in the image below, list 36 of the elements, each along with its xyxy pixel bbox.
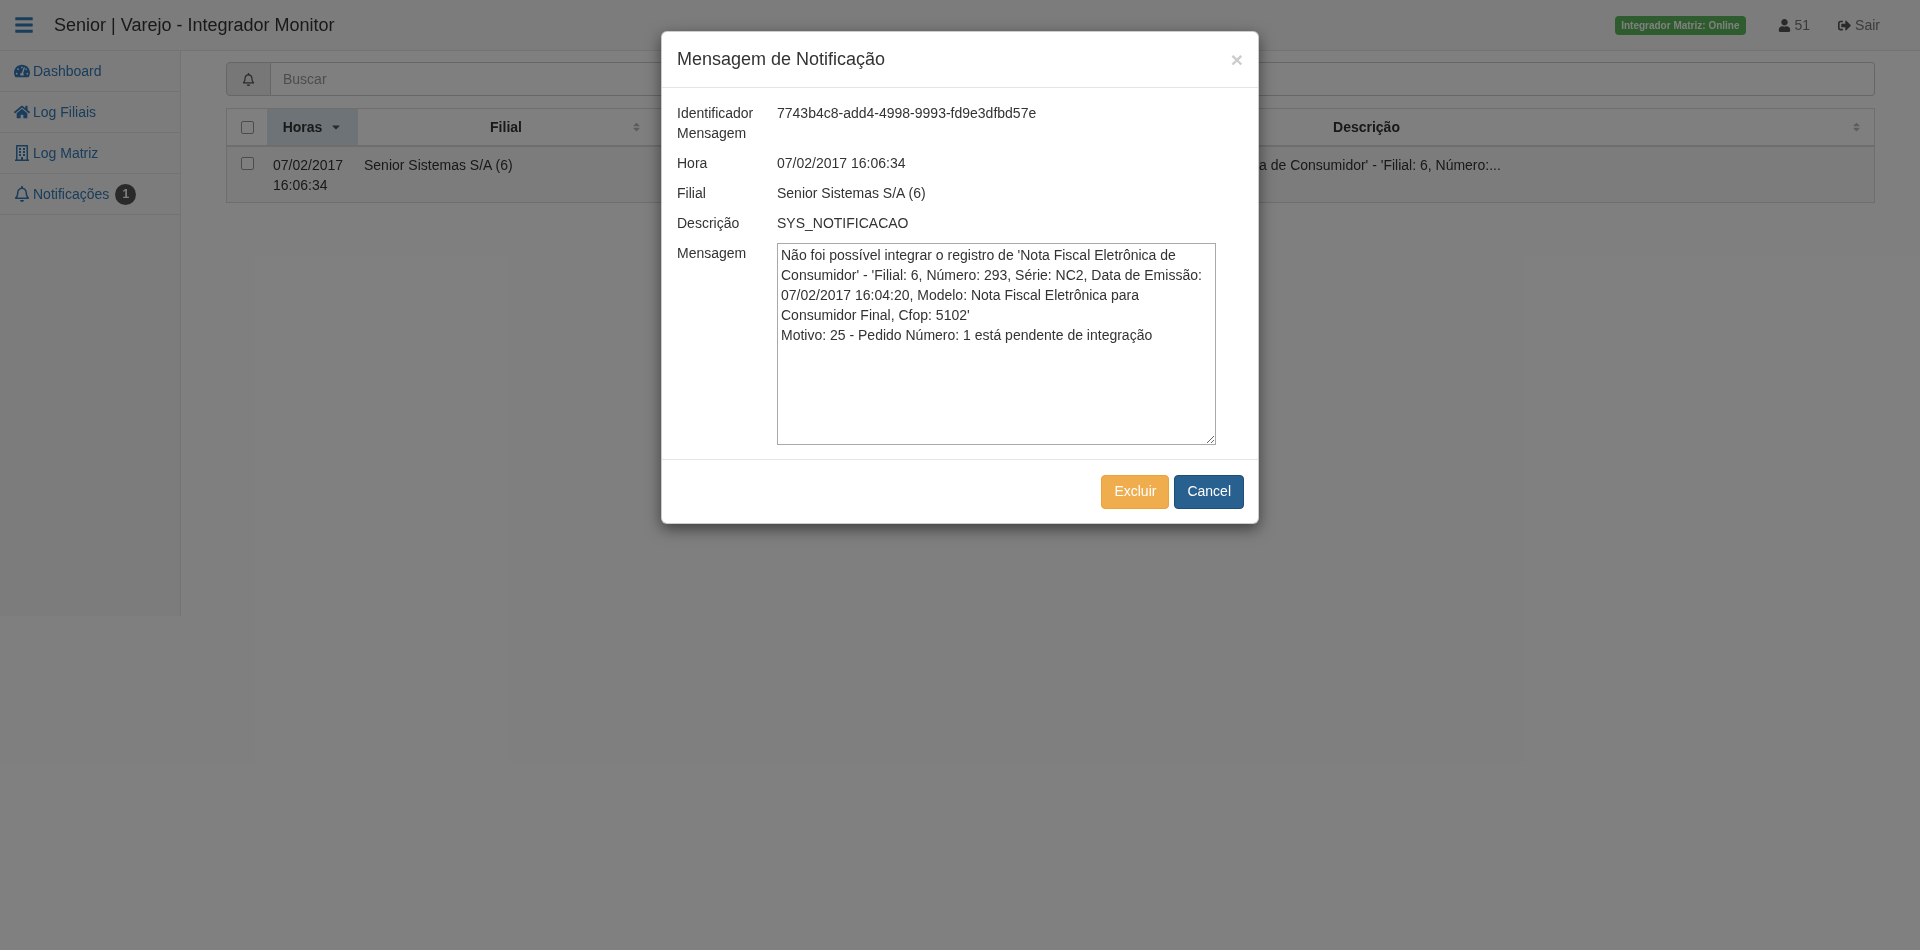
table-cell-text: 07/02/2017 16:06:34	[273, 156, 344, 195]
field-label: Identificador Mensagem	[677, 104, 755, 143]
bell-icon	[14, 186, 30, 202]
delete-button[interactable]: Excluir	[1101, 474, 1170, 509]
logout-link[interactable]: Sair	[1855, 14, 1880, 36]
logout-icon	[1838, 18, 1852, 32]
table-cell-text: Senior Sistemas S/A (6)	[364, 156, 513, 175]
column-header[interactable]: Filial	[358, 109, 654, 145]
field-label: Mensagem	[677, 244, 748, 263]
checkbox[interactable]	[240, 120, 254, 134]
field-label: Filial	[677, 184, 707, 203]
field-value: 07/02/2017 16:06:34	[777, 154, 906, 173]
sidebar-link[interactable]: Dashboard	[33, 60, 102, 82]
table-cell-text: a de Consumidor' - 'Filial: 6, Número:...	[1259, 156, 1501, 175]
menu-icon[interactable]	[14, 15, 34, 35]
dashboard-icon	[14, 63, 30, 79]
house-icon	[14, 104, 30, 120]
sidebar-link[interactable]: Log Matriz	[33, 142, 99, 164]
cancel-button[interactable]: Cancel	[1174, 474, 1244, 509]
field-label: Descrição	[677, 214, 741, 233]
status-badge: Integrador Matriz: Online	[1615, 15, 1746, 35]
message-textarea[interactable]: Não foi possível integrar o registro de 'Nota Fiscal Eletrônica de Consumidor' - 'Filial: 6, Número: 293, Série: NC2, Data de Emissão: 07/02/2017 16:04:20, Modelo: Nota Fiscal Eletrônica para Consumidor Final, Cfop: 5102' Motivo: 25 - Pedido Número: 1 está pendente de integração	[777, 243, 1216, 445]
user-count[interactable]: 51	[1794, 14, 1811, 36]
column-header[interactable]: Horas	[267, 109, 358, 145]
field-value: 7743b4c8-add4-4998-9993-fd9e3dfbd57e	[777, 104, 1037, 123]
checkbox[interactable]	[240, 157, 254, 170]
sidebar-link[interactable]: Notificações	[33, 183, 110, 205]
field-label: Hora	[677, 154, 709, 173]
count-badge: 1	[115, 183, 137, 205]
sidebar-link[interactable]: Log Filiais	[33, 101, 97, 123]
app-title: Senior | Varejo - Integrador Monitor	[54, 13, 335, 37]
field-value: Senior Sistemas S/A (6)	[777, 184, 926, 203]
field-value: SYS_NOTIFICACAO	[777, 214, 909, 233]
user-icon	[1777, 18, 1791, 32]
building-icon	[14, 145, 30, 161]
bell-icon	[242, 72, 255, 86]
